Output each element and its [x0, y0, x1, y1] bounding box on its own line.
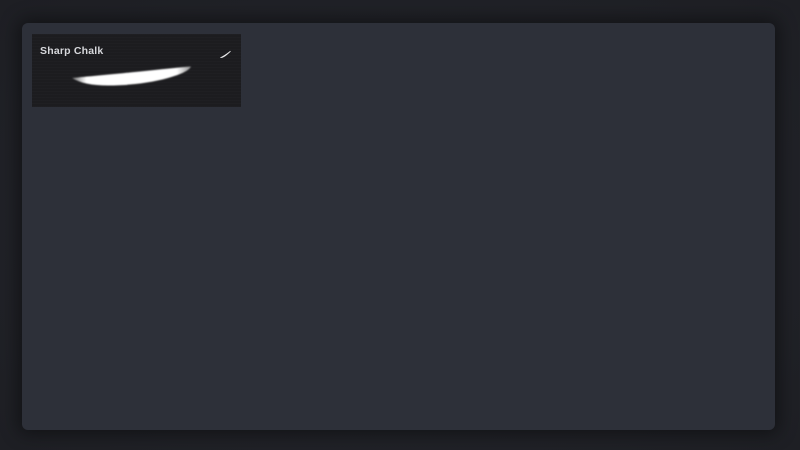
- stroke-preview: [72, 66, 191, 86]
- app-background: Sharp Chalk: [0, 0, 800, 450]
- brush-library-panel: Sharp Chalk: [22, 23, 775, 430]
- brush-item-sharp-chalk[interactable]: Sharp Chalk: [32, 34, 241, 107]
- brush-stroke-icon: [219, 46, 232, 58]
- brush-name-label: Sharp Chalk: [40, 45, 104, 57]
